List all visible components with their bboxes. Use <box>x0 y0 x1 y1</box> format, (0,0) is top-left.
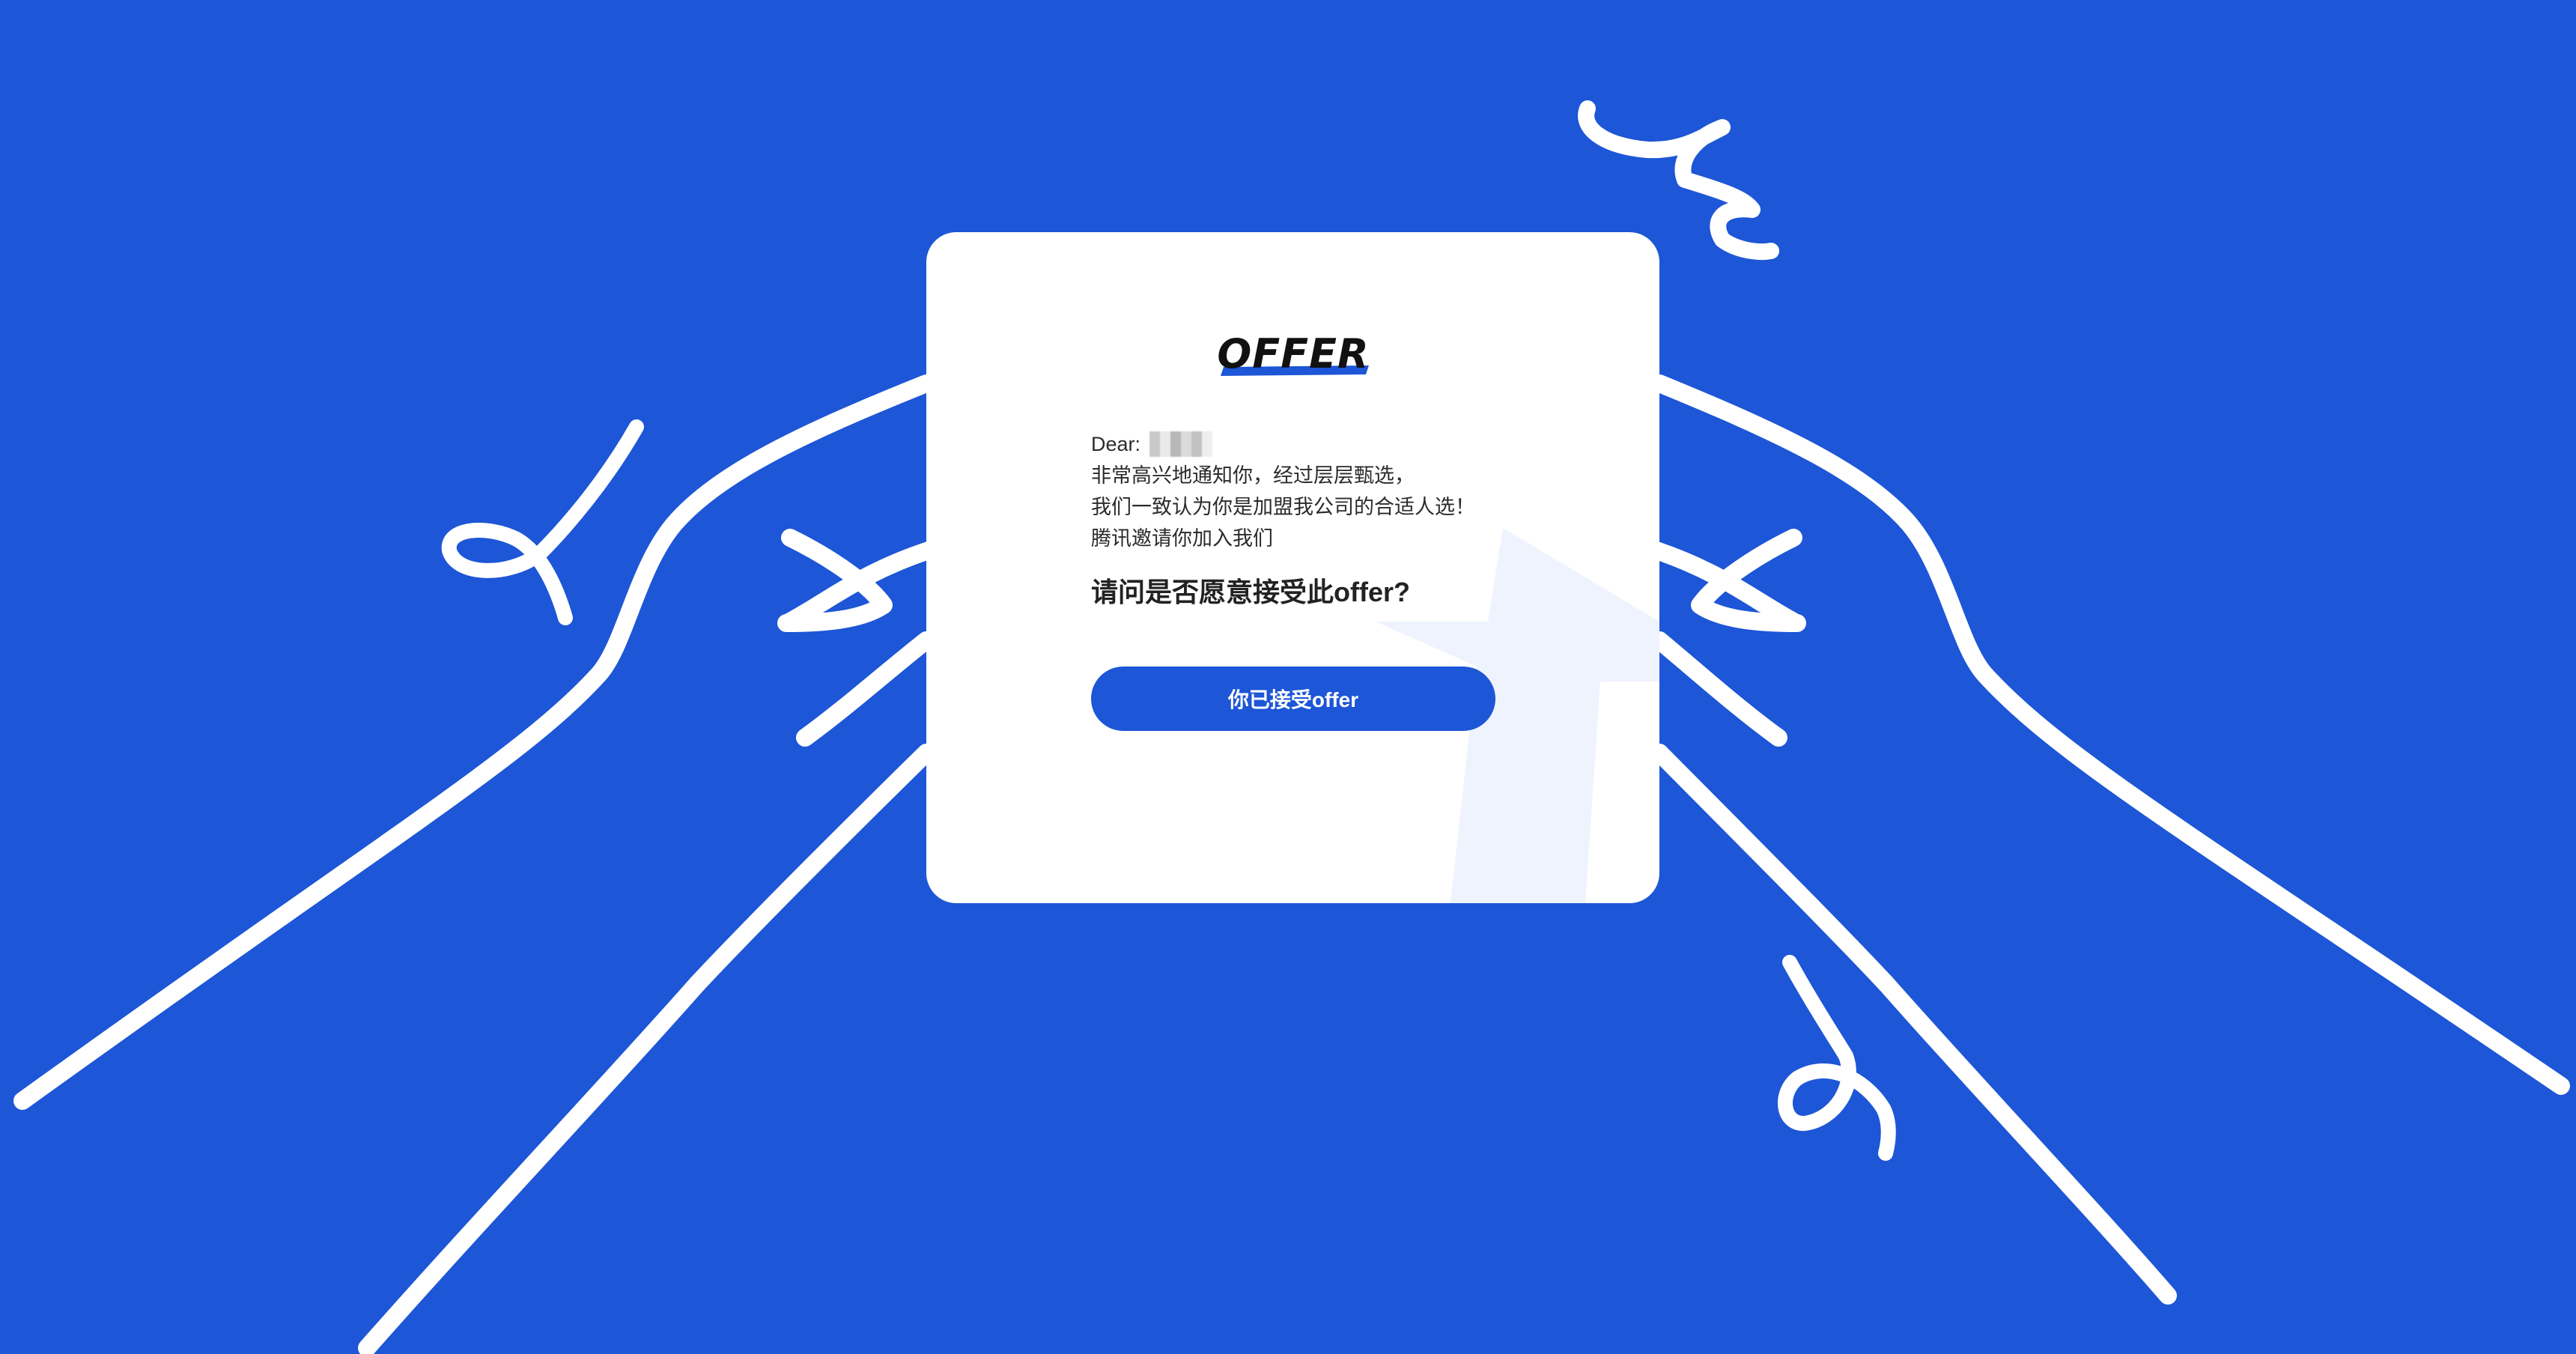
letter-line: 非常高兴地通知你，经过层层甄选， <box>1091 464 1415 487</box>
offer-logo: OFFER <box>1215 328 1372 388</box>
letter-line: 我们一致认为你是加盟我公司的合适人选！ <box>1091 496 1475 518</box>
accept-offer-button[interactable]: 你已接受offer <box>1091 667 1495 731</box>
greeting: Dear: <box>1091 433 1141 455</box>
letter-line: 腾讯邀请你加入我们 <box>1091 527 1273 550</box>
accept-question: 请问是否愿意接受此offer? <box>1091 577 1410 607</box>
squiggle-top-right-icon <box>1578 100 1779 261</box>
offer-card: OFFER Dear: 非常高兴地通知你，经过层层甄选， 我们一致认为你是加盟我… <box>926 232 1659 903</box>
recipient-name-redacted <box>1149 431 1213 457</box>
offer-letter: Dear: 非常高兴地通知你，经过层层甄选， 我们一致认为你是加盟我公司的合适人… <box>1091 428 1615 554</box>
right-hand-icon <box>1603 374 2570 1305</box>
offer-logo-text: OFFER <box>1217 330 1370 377</box>
squiggle-bottom-right-icon <box>1778 955 1896 1161</box>
greeting-row: Dear: <box>1091 428 1615 460</box>
squiggle-left-icon <box>441 419 644 625</box>
